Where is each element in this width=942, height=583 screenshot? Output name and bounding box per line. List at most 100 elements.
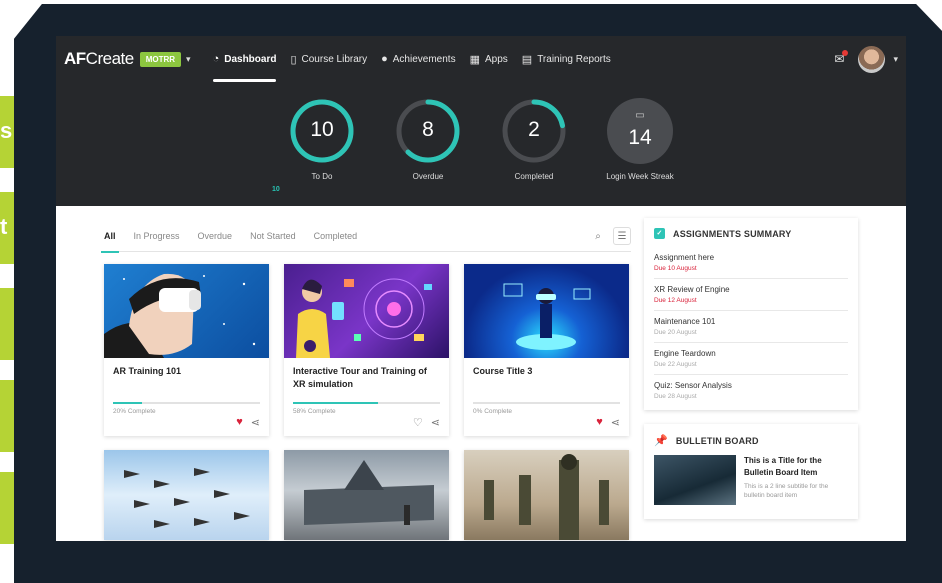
stat-overdue[interactable]: 8 Overdue bbox=[375, 98, 481, 181]
progress-ring: 8 bbox=[395, 98, 461, 164]
trophy-icon: ● bbox=[381, 53, 388, 65]
tab-overdue[interactable]: Overdue bbox=[198, 220, 233, 252]
course-title: AR Training 101 bbox=[113, 366, 182, 376]
chevron-down-icon[interactable]: ▾ bbox=[893, 54, 898, 65]
pin-icon: 📌 bbox=[654, 435, 668, 447]
nav-label: Dashboard bbox=[224, 53, 277, 65]
course-progress-bar bbox=[473, 402, 620, 404]
assignment-due: Due 12 August bbox=[654, 297, 697, 304]
assignment-due: Due 28 August bbox=[654, 393, 697, 400]
tab-completed[interactable]: Completed bbox=[314, 220, 358, 252]
course-thumbnail bbox=[284, 450, 449, 540]
cargo-plane-photo bbox=[304, 460, 434, 525]
nav-course-library[interactable]: ▯ Course Library bbox=[290, 36, 367, 82]
side-tab-label: s bbox=[0, 118, 13, 143]
chevron-down-icon[interactable]: ▾ bbox=[186, 54, 191, 65]
stats-row: 10 To Do 8 Overdue 2 Completed ▭ 14 Login… bbox=[56, 98, 906, 181]
nav-label: Training Reports bbox=[537, 53, 611, 65]
stat-label: Completed bbox=[514, 172, 554, 181]
list-view-icon[interactable]: ☰ bbox=[613, 227, 631, 245]
notification-icon[interactable]: ✉ bbox=[834, 50, 849, 66]
header: AFCreate MOTRR ▾ ◔ Dashboard ▯ Course Li… bbox=[56, 36, 906, 206]
panel-title: ASSIGNMENTS SUMMARY bbox=[673, 228, 792, 239]
card-actions: ♥ ⋖ bbox=[588, 416, 620, 429]
panel-header: ✓ ASSIGNMENTS SUMMARY bbox=[654, 228, 848, 239]
stat-completed[interactable]: 2 Completed bbox=[481, 98, 587, 181]
avatar[interactable] bbox=[858, 45, 886, 73]
course-grid: AR Training 101 20% Complete ♥ ⋖ Interac… bbox=[104, 264, 629, 540]
course-thumbnail bbox=[104, 450, 269, 540]
course-progress-fill bbox=[113, 402, 143, 404]
card-actions: ♥ ⋖ bbox=[228, 416, 260, 429]
tab-in-progress[interactable]: In Progress bbox=[134, 220, 180, 252]
course-title: Interactive Tour and Training of XR simu… bbox=[293, 366, 427, 389]
nav-apps[interactable]: ▦ Apps bbox=[470, 36, 508, 82]
logo-light: Create bbox=[85, 49, 135, 68]
assignment-name: Assignment here bbox=[654, 253, 715, 262]
view-controls: ⌕ ☰ bbox=[583, 227, 631, 245]
assignment-item[interactable]: XR Review of Engine Due 12 August bbox=[654, 279, 848, 311]
logo-bold: AF bbox=[64, 49, 86, 68]
nav-dashboard[interactable]: ◔ Dashboard bbox=[212, 36, 277, 82]
nav-training-reports[interactable]: ▤ Training Reports bbox=[522, 36, 611, 82]
assignment-item[interactable]: Quiz: Sensor Analysis Due 28 August bbox=[654, 375, 848, 406]
assignment-item[interactable]: Assignment here Due 10 August bbox=[654, 247, 848, 279]
stat-value: 14 bbox=[628, 126, 652, 149]
hologram-illustration bbox=[503, 283, 591, 350]
calendar-icon: ▭ bbox=[635, 110, 645, 121]
streak-circle: ▭ 14 bbox=[607, 98, 673, 164]
stat-label: To Do bbox=[311, 172, 333, 181]
dashboard-icon: ◔ bbox=[212, 53, 220, 65]
app-screen: AFCreate MOTRR ▾ ◔ Dashboard ▯ Course Li… bbox=[56, 36, 906, 541]
search-icon[interactable]: ⌕ bbox=[589, 227, 607, 245]
favorite-icon[interactable]: ♡ bbox=[413, 416, 423, 429]
bulletin-item[interactable]: This is a Title for the Bulletin Board I… bbox=[654, 455, 848, 505]
nav-achievements[interactable]: ● Achievements bbox=[381, 36, 455, 82]
assignment-item[interactable]: Engine Teardown Due 22 August bbox=[654, 343, 848, 375]
course-progress-fill bbox=[293, 402, 379, 404]
clipboard-icon: ✓ bbox=[654, 228, 665, 239]
assignment-item[interactable]: Maintenance 101 Due 20 August bbox=[654, 311, 848, 343]
course-area: All In Progress Overdue Not Started Comp… bbox=[101, 220, 631, 540]
assignments-summary: ✓ ASSIGNMENTS SUMMARY Assignment here Due … bbox=[644, 218, 858, 410]
assignment-name: Engine Teardown bbox=[654, 349, 716, 358]
share-icon[interactable]: ⋖ bbox=[611, 416, 620, 429]
assignment-name: XR Review of Engine bbox=[654, 285, 730, 294]
course-card[interactable] bbox=[104, 450, 269, 540]
course-card[interactable] bbox=[284, 450, 449, 540]
tab-all[interactable]: All bbox=[101, 220, 118, 253]
stat-login-streak[interactable]: ▭ 14 Login Week Streak bbox=[587, 98, 693, 181]
favorite-icon[interactable]: ♥ bbox=[596, 416, 603, 429]
course-progress-text: 20% Complete bbox=[113, 408, 156, 415]
bulletin-subtitle: This is a 2 line subtitle for the bullet… bbox=[744, 483, 829, 499]
report-icon: ▤ bbox=[521, 53, 533, 66]
course-thumbnail bbox=[464, 264, 629, 358]
stat-to-do[interactable]: 10 To Do bbox=[269, 98, 375, 181]
tab-not-started[interactable]: Not Started bbox=[250, 220, 296, 252]
course-card[interactable]: AR Training 101 20% Complete ♥ ⋖ bbox=[104, 264, 269, 436]
course-card[interactable]: Course Title 3 0% Complete ♥ ⋖ bbox=[464, 264, 629, 436]
bulletin-title: This is a Title for the Bulletin Board I… bbox=[744, 456, 822, 477]
stat-value: 2 bbox=[528, 118, 540, 141]
favorite-icon[interactable]: ♥ bbox=[236, 416, 243, 429]
stat-label: Overdue bbox=[412, 172, 444, 181]
org-badge[interactable]: MOTRR bbox=[139, 51, 182, 67]
share-icon[interactable]: ⋖ bbox=[251, 416, 260, 429]
nav-label: Achievements bbox=[392, 53, 456, 65]
course-progress-bar bbox=[293, 402, 440, 404]
course-card[interactable]: Interactive Tour and Training of XR simu… bbox=[284, 264, 449, 436]
card-actions: ♡ ⋖ bbox=[405, 416, 440, 429]
nav-label: Apps bbox=[484, 53, 508, 65]
sidebar: ✓ ASSIGNMENTS SUMMARY Assignment here Due … bbox=[644, 218, 858, 519]
panel-header: 📌 BULLETIN BOARD bbox=[654, 434, 848, 447]
assignment-due: Due 22 August bbox=[654, 361, 697, 368]
side-tab-label: t bbox=[0, 214, 8, 239]
main-content: All In Progress Overdue Not Started Comp… bbox=[56, 206, 906, 541]
app-logo[interactable]: AFCreate bbox=[64, 49, 134, 69]
share-icon[interactable]: ⋖ bbox=[431, 416, 440, 429]
assignment-name: Quiz: Sensor Analysis bbox=[654, 381, 732, 390]
course-thumbnail bbox=[104, 264, 269, 358]
progress-ring: 10 bbox=[289, 98, 355, 164]
notification-dot bbox=[842, 50, 849, 56]
course-card[interactable] bbox=[464, 450, 629, 540]
